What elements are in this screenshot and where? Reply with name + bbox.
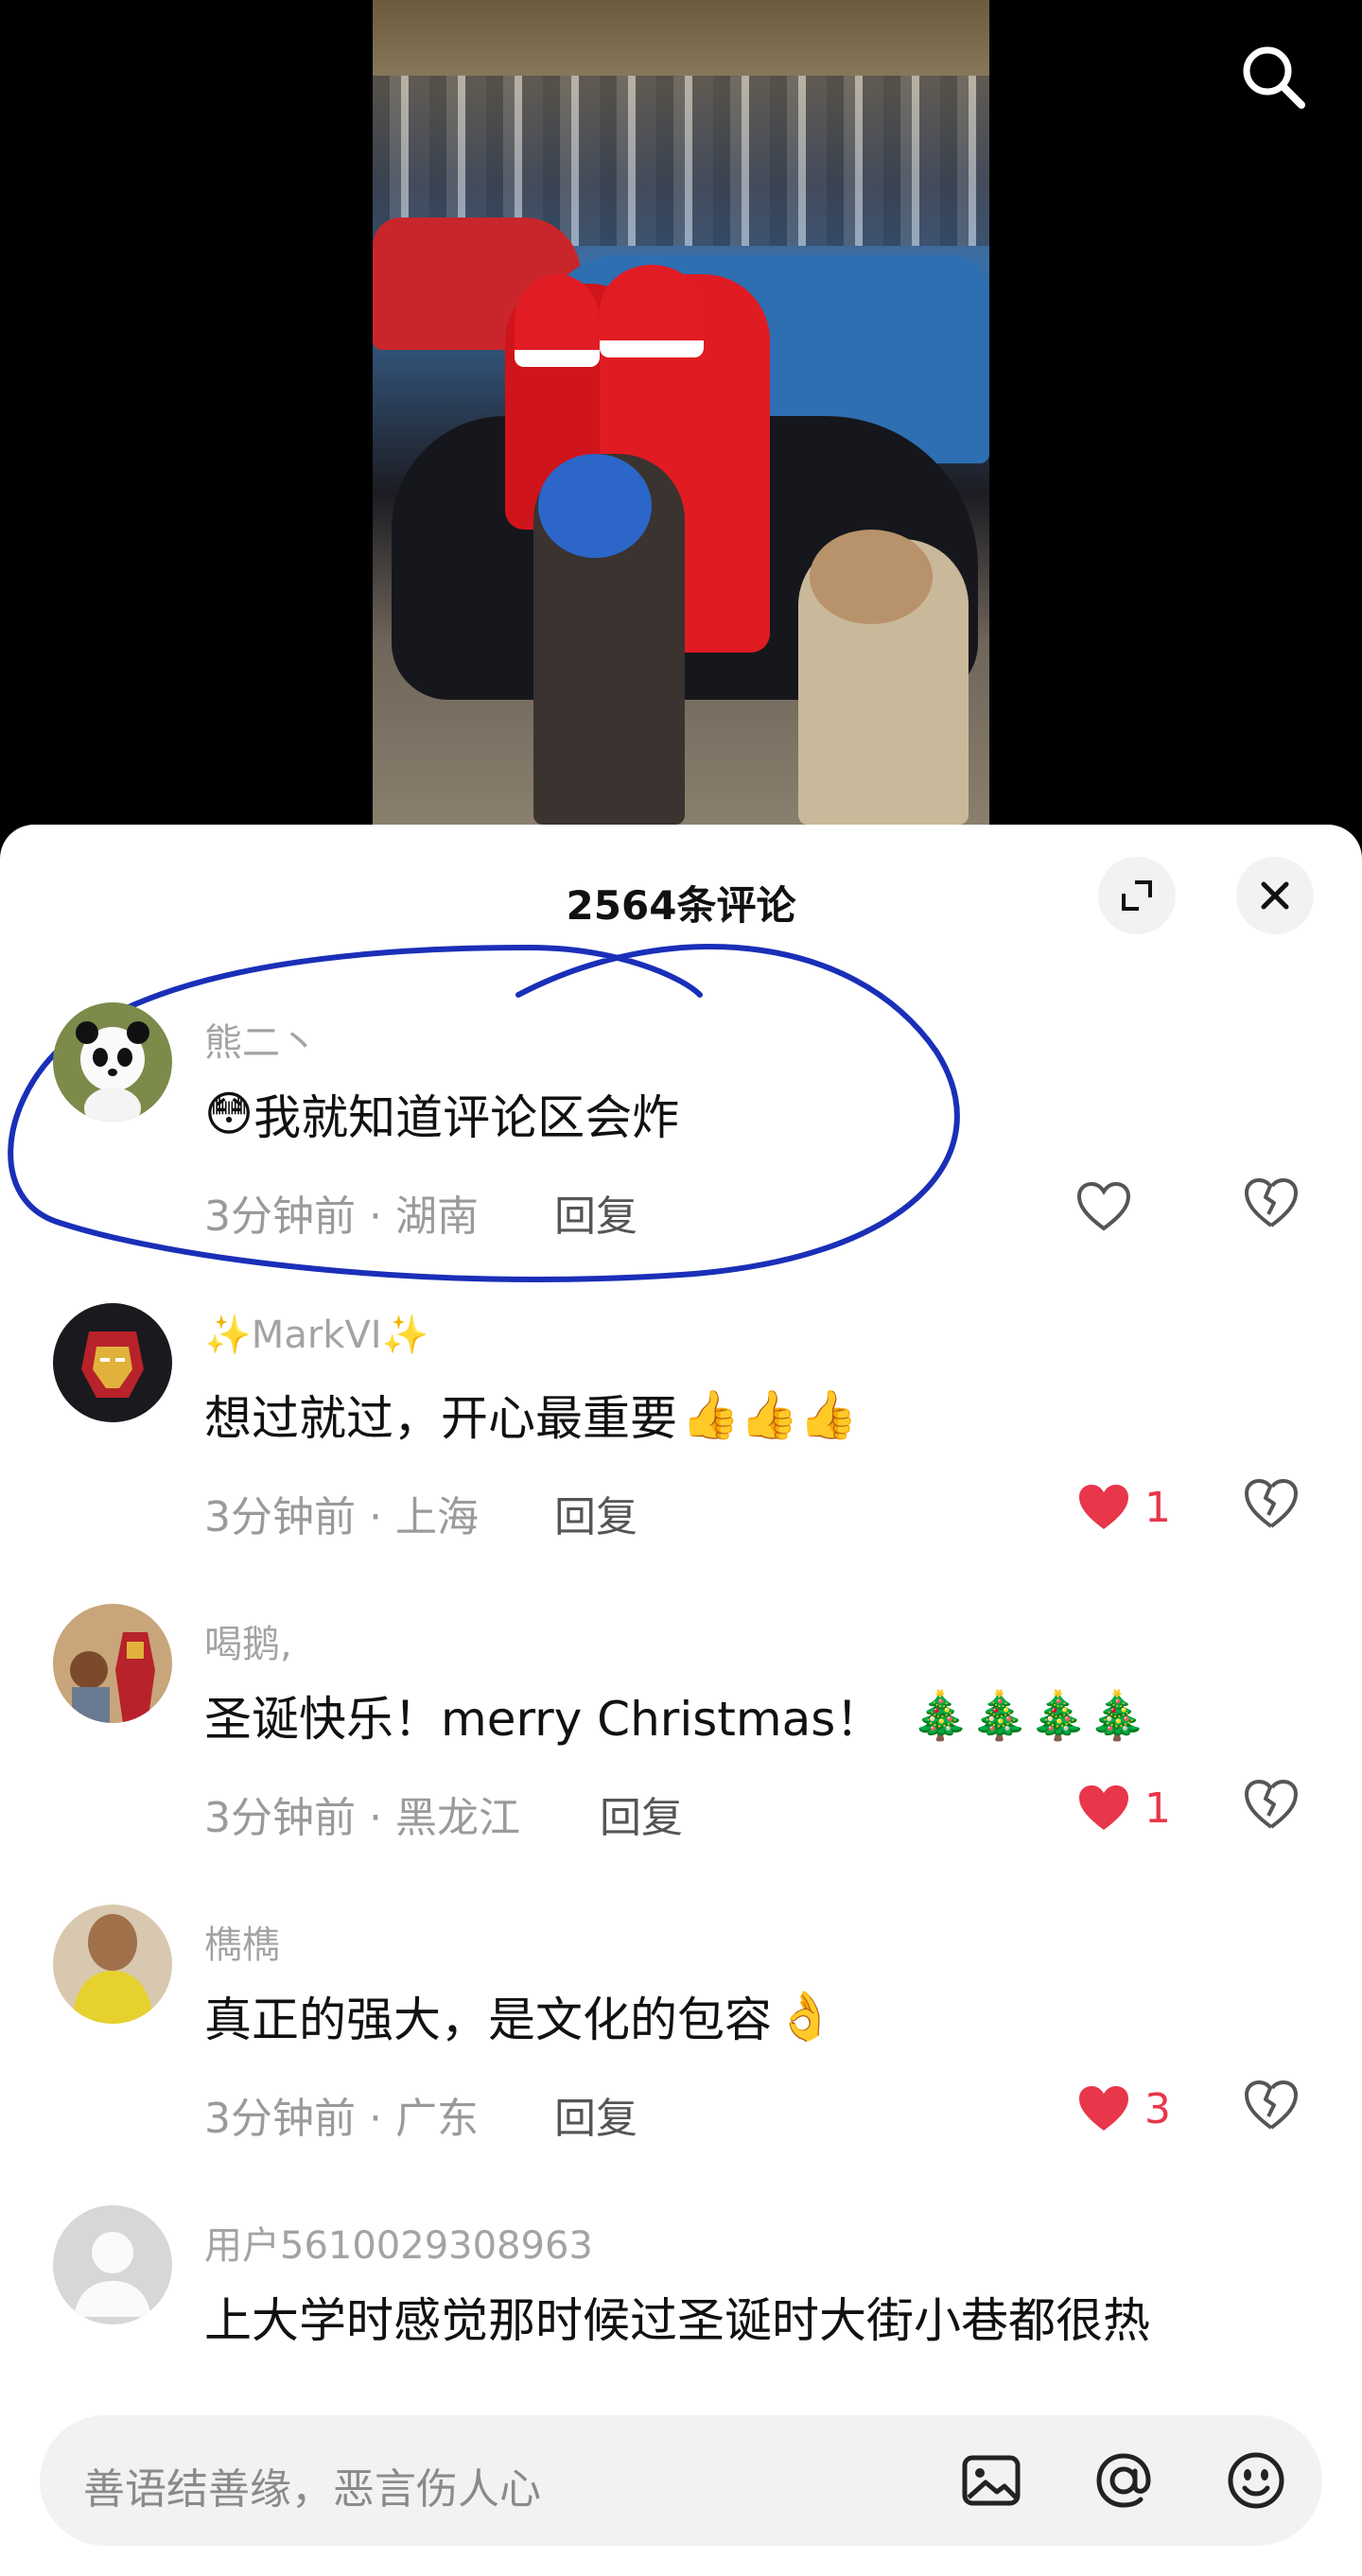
emoji-icon[interactable] <box>1222 2446 1290 2515</box>
broken-heart-icon <box>1245 1479 1298 1528</box>
comment-text-row: 上大学时感觉那时候过圣诞时大街小巷都很热 <box>204 2283 1150 2351</box>
meta-separator: · <box>356 1192 395 1241</box>
comment-time: 3分钟前 <box>204 1192 356 1241</box>
heart-outline-icon <box>1076 1181 1131 1231</box>
comment-text: 想过就过，开心最重要 <box>204 1391 677 1446</box>
dislike-button[interactable] <box>1243 1778 1303 1838</box>
meta-separator: · <box>356 1493 395 1541</box>
dislike-button[interactable] <box>1243 1477 1303 1538</box>
like-button[interactable]: 1 <box>1076 1477 1171 1538</box>
comment-item[interactable]: 喝鹅, 圣诞快乐！merry Christmas！ 🎄🎄🎄🎄 3分钟前 · 黑龙… <box>0 1604 1362 1842</box>
comment-item[interactable]: 檇檇 真正的强大，是文化的包容 👌 3分钟前 · 广东 回复 3 <box>0 1905 1362 2143</box>
video-area[interactable] <box>0 0 1362 832</box>
close-button[interactable] <box>1236 857 1314 934</box>
reply-button[interactable]: 回复 <box>554 1483 637 1543</box>
comment-username[interactable]: 檇檇 <box>204 1914 280 1969</box>
broken-heart-icon <box>1245 1780 1298 1829</box>
comment-text: 我就知道评论区会炸 <box>253 1090 680 1145</box>
expand-icon <box>1122 880 1152 911</box>
comment-text-row: 😳 我就知道评论区会炸 <box>204 1080 679 1148</box>
comment-location: 上海 <box>394 1493 479 1541</box>
dislike-button[interactable] <box>1243 1176 1303 1237</box>
panda-avatar-icon <box>53 1002 172 1122</box>
like-button[interactable] <box>1076 1176 1144 1237</box>
ironman-avatar-icon <box>53 1303 172 1422</box>
comment-item[interactable]: 用户5610029308963 上大学时感觉那时候过圣诞时大街小巷都很热 <box>0 2205 1362 2376</box>
comment-suffix-emoji: 👌 <box>776 1988 835 2044</box>
like-count: 1 <box>1144 1483 1171 1532</box>
at-icon[interactable] <box>1090 2446 1158 2515</box>
comment-suffix-emoji: 🎄🎄🎄🎄 <box>911 1687 1147 1743</box>
expand-button[interactable] <box>1098 857 1176 934</box>
avatar[interactable] <box>53 1604 172 1723</box>
meta-separator: · <box>356 2095 395 2143</box>
comment-meta: 3分钟前 · 湖南 <box>204 1182 479 1243</box>
comment-input-placeholder[interactable]: 善语结善缘，恶言伤人心 <box>83 2455 541 2515</box>
reply-button[interactable]: 回复 <box>554 2084 637 2145</box>
comment-location: 湖南 <box>394 1192 479 1241</box>
person-avatar-icon <box>53 1905 172 2024</box>
reply-button[interactable]: 回复 <box>600 1784 683 1844</box>
heart-filled-icon <box>1079 1785 1128 1830</box>
comment-item[interactable]: ✨MarkVI✨ 想过就过，开心最重要 👍👍👍 3分钟前 · 上海 回复 1 <box>0 1303 1362 1543</box>
avatar[interactable] <box>53 1303 172 1422</box>
broken-heart-icon <box>1245 2080 1298 2130</box>
comment-meta: 3分钟前 · 广东 <box>204 2084 479 2145</box>
comment-text: 真正的强大，是文化的包容 <box>204 1993 772 2047</box>
heart-filled-icon <box>1079 2086 1128 2131</box>
comment-meta: 3分钟前 · 黑龙江 <box>204 1784 520 1844</box>
comment-time: 3分钟前 <box>204 1794 356 1842</box>
search-icon <box>1243 46 1305 109</box>
comment-username[interactable]: 喝鹅, <box>204 1613 292 1668</box>
like-count: 3 <box>1144 2084 1171 2133</box>
meta-separator: · <box>356 1794 395 1842</box>
video-santa-hat-1 <box>515 274 600 367</box>
like-button[interactable]: 3 <box>1076 2079 1171 2139</box>
comments-sheet: 2564条评论 熊二丶 😳 我就知道评论区会炸 3分钟前 · 湖南 回复 ✨Ma… <box>0 825 1362 2576</box>
like-button[interactable]: 1 <box>1076 1778 1171 1838</box>
comment-time: 3分钟前 <box>204 2095 356 2143</box>
comment-text: 上大学时感觉那时候过圣诞时大街小巷都很热 <box>204 2293 1150 2348</box>
comment-prefix-emoji: 😳 <box>204 1087 254 1141</box>
search-button[interactable] <box>1230 38 1305 113</box>
comment-location: 广东 <box>394 2095 479 2143</box>
person-ironman-avatar-icon <box>53 1604 172 1723</box>
default-avatar-icon <box>53 2205 172 2324</box>
close-icon <box>1261 881 1289 910</box>
comment-username[interactable]: 熊二丶 <box>204 1012 318 1067</box>
video-santa-hat-2 <box>600 265 704 357</box>
comment-item[interactable]: 熊二丶 😳 我就知道评论区会炸 3分钟前 · 湖南 回复 <box>0 1002 1362 1241</box>
comment-suffix-emoji: 👍👍👍 <box>681 1386 858 1442</box>
broken-heart-icon <box>1245 1178 1298 1227</box>
comment-username[interactable]: ✨MarkVI✨ <box>204 1313 428 1357</box>
like-count: 1 <box>1144 1784 1171 1833</box>
avatar[interactable] <box>53 2205 172 2324</box>
comment-text-row: 真正的强大，是文化的包容 👌 <box>204 1982 834 2050</box>
reply-button[interactable]: 回复 <box>554 1182 637 1243</box>
comment-time: 3分钟前 <box>204 1493 356 1541</box>
image-icon[interactable] <box>957 2446 1025 2515</box>
comment-text-row: 圣诞快乐！merry Christmas！ 🎄🎄🎄🎄 <box>204 1681 1146 1749</box>
comment-username[interactable]: 用户5610029308963 <box>204 2215 593 2270</box>
video-pedestrian-right-hat <box>810 530 933 624</box>
comment-text: 圣诞快乐！merry Christmas！ <box>204 1692 883 1747</box>
dislike-button[interactable] <box>1243 2079 1303 2139</box>
avatar[interactable] <box>53 1905 172 2024</box>
avatar[interactable] <box>53 1002 172 1122</box>
heart-filled-icon <box>1079 1485 1128 1529</box>
comment-input-bar[interactable]: 善语结善缘，恶言伤人心 <box>40 2415 1322 2546</box>
video-frame[interactable] <box>373 0 989 825</box>
comment-text-row: 想过就过，开心最重要 👍👍👍 <box>204 1381 858 1449</box>
comment-location: 黑龙江 <box>394 1794 520 1842</box>
comment-meta: 3分钟前 · 上海 <box>204 1483 479 1543</box>
video-pedestrian-left-hat <box>538 454 652 558</box>
